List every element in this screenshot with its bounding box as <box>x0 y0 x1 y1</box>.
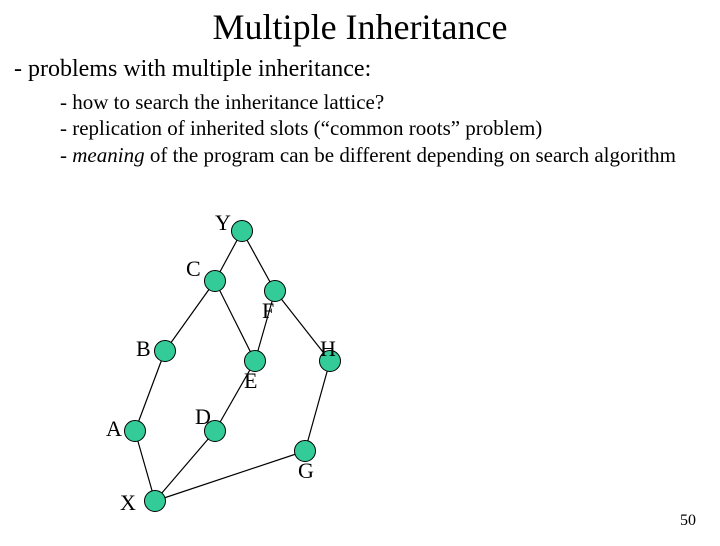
main-bullet: - problems with multiple inheritance: <box>14 56 720 83</box>
sub3-prefix: - <box>60 143 72 167</box>
label-A: A <box>106 416 122 442</box>
edge-B-A <box>135 351 165 431</box>
sub3-emphasis: meaning <box>72 143 144 167</box>
edge-H-G <box>305 361 330 451</box>
page-number: 50 <box>680 512 696 530</box>
sub3-suffix: of the program can be different dependin… <box>145 143 676 167</box>
node-B <box>154 340 176 362</box>
label-F: F <box>262 298 274 324</box>
edge-C-E <box>215 281 255 361</box>
label-H: H <box>320 336 336 362</box>
label-D: D <box>195 404 211 430</box>
label-G: G <box>298 458 314 484</box>
sub-bullet-2: - replication of inherited slots (“commo… <box>60 115 720 141</box>
diagram-edges <box>0 206 720 536</box>
label-Y: Y <box>215 210 231 236</box>
node-Y <box>231 220 253 242</box>
node-A <box>124 420 146 442</box>
edge-C-B <box>165 281 215 351</box>
page-title: Multiple Inheritance <box>0 6 720 48</box>
label-E: E <box>244 368 257 394</box>
label-B: B <box>136 336 151 362</box>
label-X: X <box>120 490 136 516</box>
node-X <box>144 490 166 512</box>
sub-bullet-3: - meaning of the program can be differen… <box>60 142 720 168</box>
inheritance-lattice-diagram: Y C F B E H A D G X <box>0 206 720 536</box>
sub-bullet-list: - how to search the inheritance lattice?… <box>60 89 720 168</box>
sub-bullet-1: - how to search the inheritance lattice? <box>60 89 720 115</box>
label-C: C <box>186 256 201 282</box>
node-C <box>204 270 226 292</box>
edge-G-X <box>155 451 305 501</box>
